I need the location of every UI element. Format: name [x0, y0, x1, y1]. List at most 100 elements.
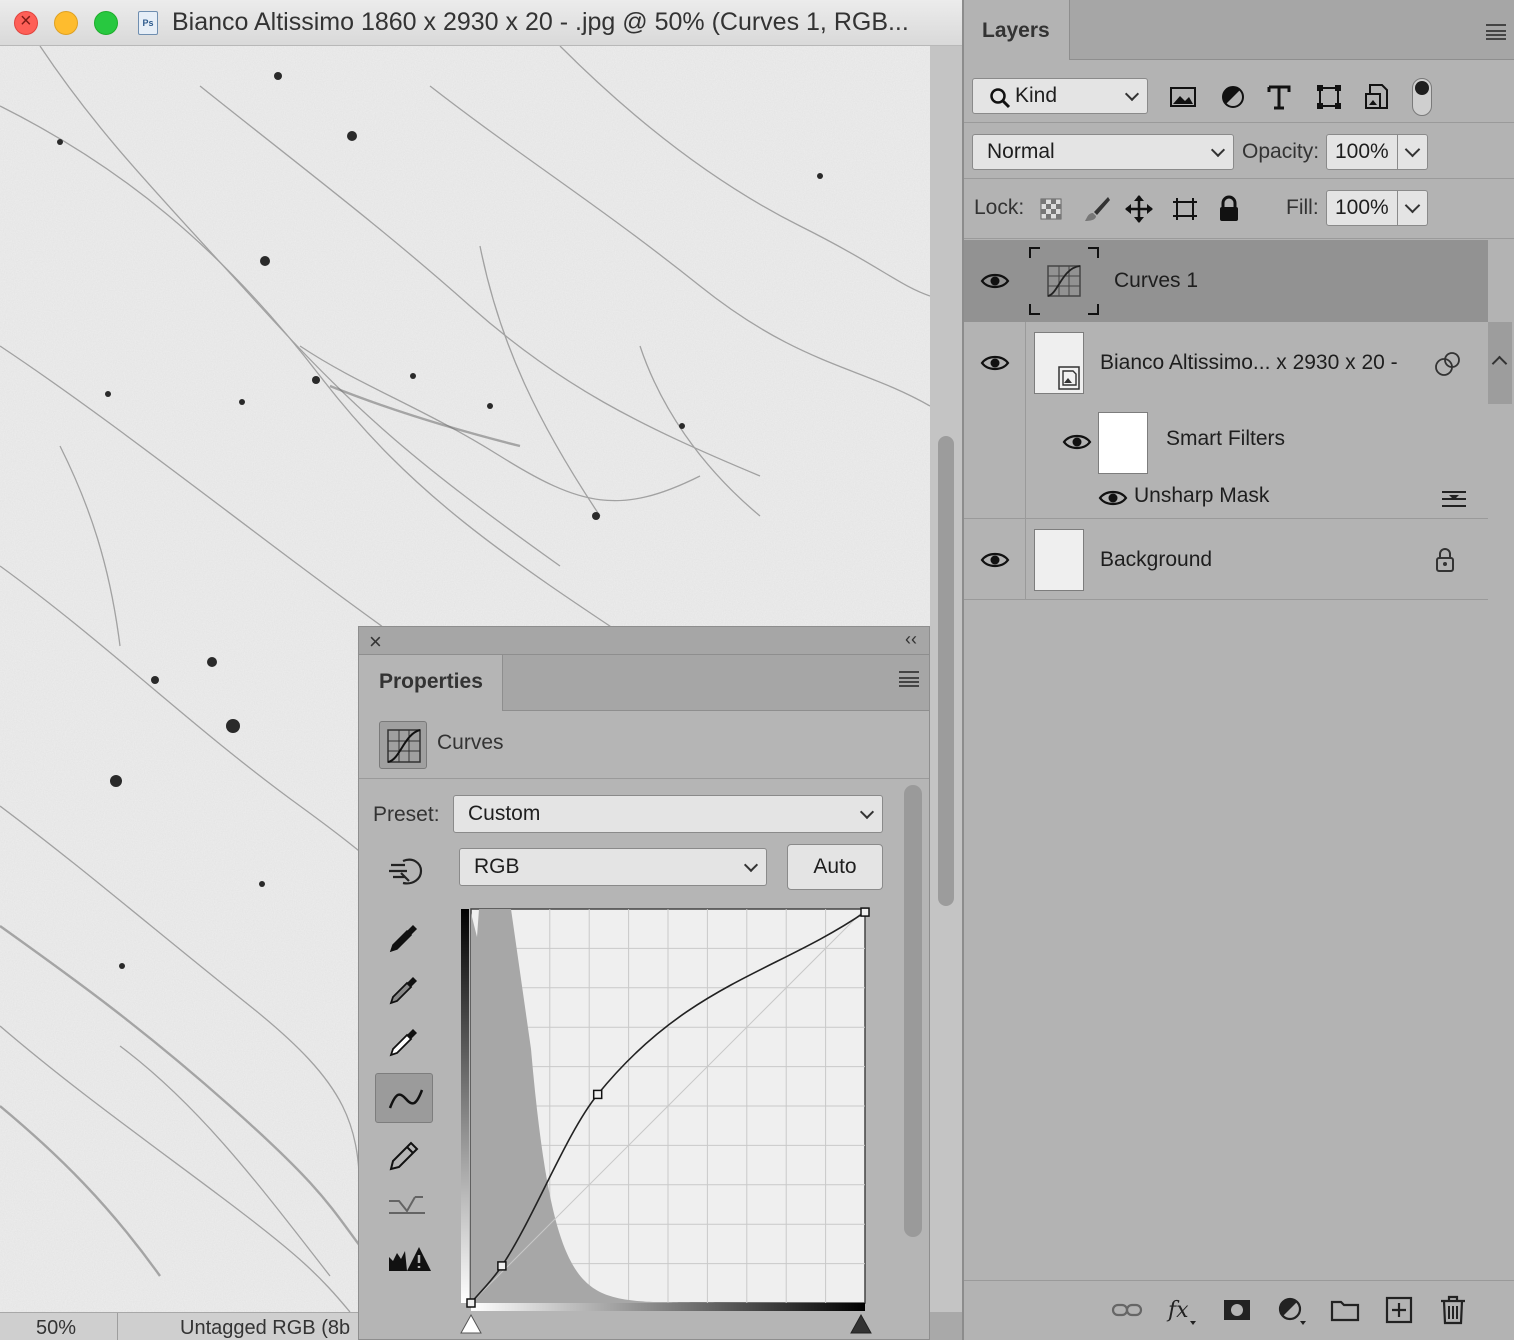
layer-row-smart-object[interactable]: Bianco Altissimo... x 2930 x 20 -	[964, 322, 1488, 404]
new-group-folder-icon[interactable]	[1328, 1293, 1362, 1327]
opacity-slider-toggle[interactable]	[1398, 134, 1428, 170]
opacity-input[interactable]: 100%	[1326, 134, 1398, 170]
eye-icon[interactable]	[1062, 432, 1092, 452]
photoshop-workspace: Ps Bianco Altissimo 1860 x 2930 x 20 - .…	[0, 0, 1514, 1340]
eye-icon[interactable]	[980, 550, 1010, 570]
blend-mode-value: Normal	[987, 140, 1055, 163]
add-layer-mask-icon[interactable]	[1220, 1293, 1254, 1327]
target-adjust-icon	[389, 858, 423, 885]
panel-menu-icon[interactable]	[1486, 24, 1506, 40]
pixel-layer-filter-icon[interactable]	[1168, 82, 1198, 112]
curves-graph[interactable]	[459, 907, 879, 1340]
new-adjustment-layer-icon[interactable]	[1274, 1293, 1308, 1327]
preset-label: Preset:	[373, 803, 440, 826]
layer-thumbnail-curves[interactable]	[1028, 246, 1100, 316]
collapse-icon[interactable]: ‹‹	[905, 629, 917, 650]
filter-blending-options-icon[interactable]	[1440, 488, 1468, 510]
layer-name[interactable]: Bianco Altissimo... x 2930 x 20 -	[1100, 351, 1398, 375]
properties-panel: × ‹‹ Properties Curves Preset: Custom RG…	[358, 626, 930, 1340]
fill-slider-toggle[interactable]	[1398, 190, 1428, 226]
lock-transparent-pixels-icon[interactable]	[1036, 194, 1066, 224]
white-input-slider[interactable]	[460, 1313, 482, 1334]
layer-name[interactable]: Curves 1	[1114, 269, 1198, 293]
layer-name[interactable]: Background	[1100, 548, 1212, 572]
layer-filter-toggle[interactable]	[1412, 78, 1432, 116]
layer-row-background[interactable]: Background	[964, 518, 1488, 600]
layer-filter-kind-dropdown[interactable]: Kind	[972, 78, 1148, 114]
lock-position-icon[interactable]	[1124, 194, 1154, 224]
chevron-up-icon[interactable]	[1488, 322, 1512, 404]
lock-all-icon[interactable]	[1214, 194, 1244, 224]
white-point-eyedropper-tool[interactable]	[375, 1015, 433, 1065]
eye-icon[interactable]	[980, 353, 1010, 373]
zoom-level-field[interactable]: 50%	[0, 1313, 118, 1340]
filter-name[interactable]: Unsharp Mask	[1134, 484, 1269, 508]
clipping-warning-tool[interactable]	[375, 1233, 433, 1283]
layer-name[interactable]: Smart Filters	[1166, 427, 1285, 451]
curve-control-point[interactable]	[497, 1261, 507, 1271]
panel-menu-icon[interactable]	[899, 671, 919, 687]
document-file-icon: Ps	[138, 11, 158, 35]
layer-thumbnail-background[interactable]	[1034, 529, 1084, 591]
black-input-slider[interactable]	[850, 1313, 872, 1334]
smooth-curve-tool[interactable]	[375, 1073, 433, 1123]
window-maximize-button[interactable]	[94, 11, 118, 35]
clipping-warning-icon	[389, 1247, 431, 1271]
opacity-label: Opacity:	[1242, 140, 1320, 163]
smart-filter-mask-thumbnail[interactable]	[1098, 412, 1148, 474]
black-point-eyedropper-tool[interactable]	[375, 911, 433, 961]
smart-filter-indicator-icon[interactable]	[1434, 350, 1462, 378]
black-point-eyedropper-icon	[389, 925, 417, 953]
close-icon[interactable]: ×	[369, 629, 382, 655]
adjustment-layer-filter-icon[interactable]	[1218, 82, 1248, 112]
properties-scrollbar[interactable]	[903, 785, 925, 1241]
preset-dropdown[interactable]: Custom	[453, 795, 883, 833]
curve-control-point[interactable]	[466, 1298, 476, 1308]
svg-text:fx: fx	[1166, 1298, 1189, 1323]
canvas-vertical-scrollbar[interactable]	[930, 46, 962, 1312]
shape-layer-filter-icon[interactable]	[1314, 82, 1344, 112]
window-close-button[interactable]	[14, 10, 38, 35]
channel-dropdown[interactable]: RGB	[459, 848, 767, 886]
channel-value: RGB	[474, 855, 520, 878]
smart-object-badge-icon	[1058, 366, 1080, 390]
layer-thumbnail-smart-object[interactable]	[1034, 332, 1084, 394]
smooth-lines-tool[interactable]	[375, 1181, 433, 1231]
window-minimize-button[interactable]	[54, 11, 78, 35]
auto-button[interactable]: Auto	[787, 844, 883, 890]
chevron-down-icon	[1124, 86, 1140, 102]
type-layer-filter-icon[interactable]	[1264, 82, 1294, 112]
layer-row-curves[interactable]: Curves 1	[964, 240, 1488, 322]
layer-style-fx-icon[interactable]: fx	[1164, 1293, 1198, 1327]
eye-icon[interactable]	[980, 271, 1010, 291]
lock-artboard-icon[interactable]	[1170, 194, 1200, 224]
curves-adjustment-icon	[379, 721, 427, 769]
layer-row-smart-filters[interactable]: Smart Filters Unsharp Mask	[964, 404, 1488, 518]
chevron-down-icon	[743, 857, 759, 873]
trash-icon[interactable]	[1436, 1293, 1470, 1327]
blend-mode-dropdown[interactable]: Normal	[972, 134, 1234, 170]
target-adjust-tool[interactable]	[375, 845, 433, 895]
properties-scroll-thumb[interactable]	[904, 785, 922, 1237]
pencil-tool[interactable]	[375, 1129, 433, 1179]
divider	[964, 122, 1514, 123]
properties-tab-bar: Properties	[359, 655, 929, 711]
eye-icon[interactable]	[1098, 488, 1128, 508]
curve-control-point[interactable]	[860, 907, 870, 917]
lock-icon[interactable]	[1434, 547, 1456, 573]
filter-kind-label: Kind	[1015, 84, 1058, 107]
tab-layers[interactable]: Layers	[964, 0, 1070, 60]
smooth-curve-icon	[388, 1089, 424, 1109]
lock-image-pixels-icon[interactable]	[1082, 194, 1112, 224]
link-layers-icon[interactable]	[1110, 1293, 1144, 1327]
new-layer-icon[interactable]	[1382, 1293, 1416, 1327]
document-profile-info[interactable]: Untagged RGB (8b	[180, 1313, 360, 1340]
search-icon	[990, 88, 1011, 109]
curve-control-point[interactable]	[592, 1089, 603, 1100]
fill-input[interactable]: 100%	[1326, 190, 1398, 226]
gray-point-eyedropper-tool[interactable]	[375, 963, 433, 1013]
canvas-scroll-thumb[interactable]	[938, 436, 954, 906]
layers-panel: Layers Kind Normal Opacity: 100% Lock: F…	[962, 0, 1514, 1340]
smart-object-filter-icon[interactable]	[1362, 82, 1392, 112]
tab-properties[interactable]: Properties	[359, 655, 503, 711]
